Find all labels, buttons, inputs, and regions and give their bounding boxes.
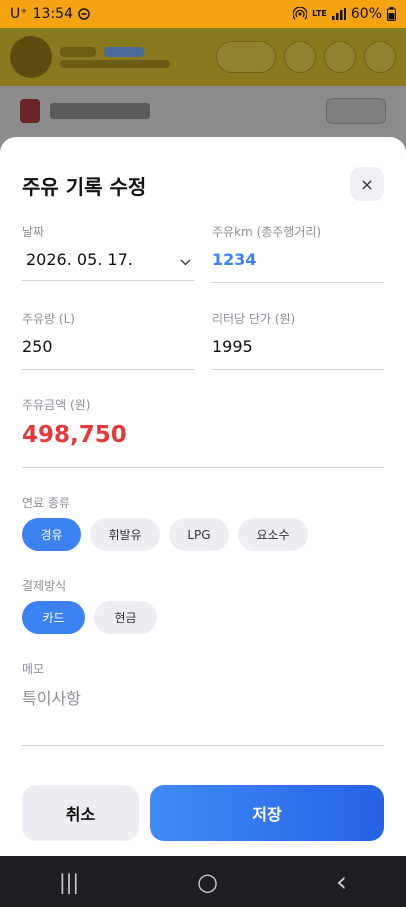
odometer-label: 주유km (총주행거리) [212,225,322,239]
date-underline [22,280,194,281]
payment-method-chips: 카드 현금 [22,601,157,634]
system-nav-bar: ||| ○ ‹ [0,856,406,907]
status-left: U⁺ 13:54 [10,6,90,22]
network-type: LTE [312,9,327,18]
edit-fuel-record-sheet: 주유 기록 수정 × 날짜 2026. 05. 17. 주유km (총주행거리)… [0,137,406,857]
signal-icon [331,8,346,20]
date-field[interactable]: 날짜 2026. 05. 17. [22,223,194,283]
home-icon[interactable]: ○ [197,868,218,896]
blurred-text [60,46,96,57]
date-value: 2026. 05. 17. [26,250,133,269]
fuel-chip-gasoline[interactable]: 휘발유 [90,518,160,551]
background-button [326,98,386,124]
blurred-text [104,46,144,57]
memo-field[interactable]: 메모 특이사항 [22,660,384,747]
fuel-amount-value: 250 [22,337,53,356]
date-label: 날짜 [22,225,45,239]
background-header-button [284,41,316,73]
app-title-row [60,46,208,57]
background-app-subheader [0,86,406,136]
recents-icon[interactable]: ||| [59,870,79,894]
payment-method-label: 결제방식 [22,579,67,593]
fuel-type-label: 연료 종류 [22,496,70,510]
battery-percent: 60% [350,6,382,22]
fuel-amount-label: 주유량 (L) [22,312,75,326]
total-amount-underline [22,467,384,468]
memo-placeholder: 특이사항 [22,689,81,708]
back-icon[interactable]: ‹ [336,865,347,898]
sheet-title: 주유 기록 수정 [22,175,147,199]
app-notification-icon [78,8,90,20]
close-icon: × [360,174,374,194]
fuel-chip-diesel[interactable]: 경유 [22,518,81,551]
hotspot-icon [293,7,308,20]
memo-label: 메모 [22,662,45,676]
save-button[interactable]: 저장 [150,785,384,841]
odometer-field[interactable]: 주유km (총주행거리) 1234 [212,223,384,285]
fuel-type-chips: 경유 휘발유 LPG 요소수 [22,518,308,551]
background-app-header [0,28,406,86]
fuel-chip-urea[interactable]: 요소수 [238,518,308,551]
price-per-liter-underline [212,369,384,370]
blurred-text [50,103,150,119]
close-button[interactable]: × [350,167,384,201]
price-per-liter-field[interactable]: 리터당 단가 (원) 1995 [212,310,384,372]
fuel-pump-icon [20,99,40,123]
odometer-value: 1234 [212,250,257,269]
chevron-down-icon [180,259,191,266]
blurred-text [60,59,170,68]
total-amount-field: 주유금액 (원) 498,750 [22,396,384,470]
fuel-amount-underline [22,369,194,370]
background-header-button [216,41,276,73]
app-logo-icon [10,36,52,78]
cancel-button[interactable]: 취소 [22,785,139,841]
total-amount-label: 주유금액 (원) [22,398,91,412]
odometer-underline [212,282,384,283]
status-right: LTE 60% [293,6,396,22]
background-header-button [324,41,356,73]
app-title-block [60,46,208,68]
battery-icon [387,7,396,21]
payment-chip-cash[interactable]: 현금 [94,601,157,634]
price-per-liter-label: 리터당 단가 (원) [212,312,296,326]
memo-underline [22,745,384,746]
background-header-button [364,41,396,73]
fuel-amount-field[interactable]: 주유량 (L) 250 [22,310,194,372]
price-per-liter-value: 1995 [212,337,253,356]
payment-chip-card[interactable]: 카드 [22,601,85,634]
carrier-label: U⁺ [10,6,28,22]
status-bar: U⁺ 13:54 LTE 60% [0,0,406,28]
total-amount-value: 498,750 [22,422,127,448]
status-time: 13:54 [32,6,73,22]
fuel-chip-lpg[interactable]: LPG [169,518,229,551]
